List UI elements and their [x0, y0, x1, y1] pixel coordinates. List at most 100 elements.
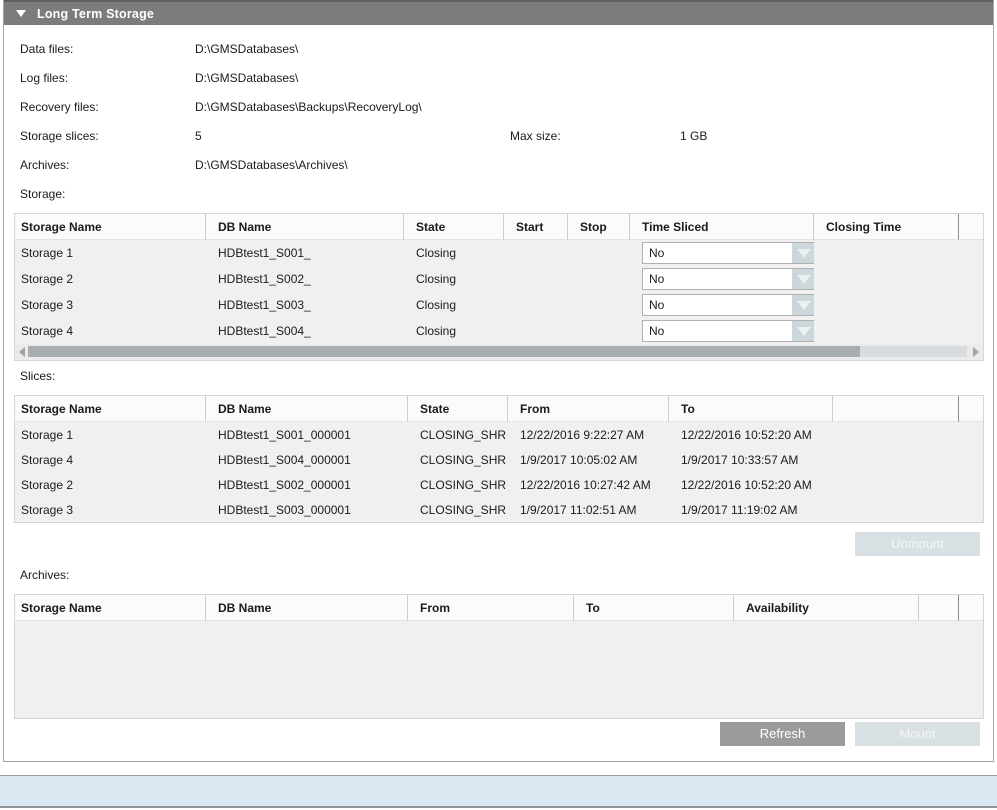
column-header-state[interactable]: State — [404, 214, 504, 240]
column-header-storage-name[interactable]: Storage Name — [15, 595, 206, 621]
scroll-right-icon[interactable] — [973, 347, 979, 357]
column-header-start[interactable]: Start — [504, 214, 568, 240]
column-header-stop[interactable]: Stop — [568, 214, 630, 240]
storage-row[interactable]: Storage 2 HDBtest1_S002_ Closing No — [15, 266, 983, 292]
bottom-status-strip — [0, 775, 997, 808]
column-header-db-name[interactable]: DB Name — [206, 214, 404, 240]
slices-section-label: Slices: — [20, 369, 55, 383]
archives-header-row: Storage Name DB Name From To Availabilit… — [15, 595, 983, 621]
cell-storage-name: Storage 1 — [15, 240, 206, 266]
cell-to: 12/22/2016 10:52:20 AM — [669, 422, 833, 447]
storage-row[interactable]: Storage 1 HDBtest1_S001_ Closing No — [15, 240, 983, 266]
max-size-label: Max size: — [510, 129, 680, 143]
recovery-files-label: Recovery files: — [20, 100, 195, 114]
panel-title: Long Term Storage — [37, 7, 154, 21]
column-header-to[interactable]: To — [574, 595, 734, 621]
cell-time-sliced: No — [630, 292, 814, 318]
column-header-filler — [833, 396, 959, 422]
data-files-row: Data files: D:\GMSDatabases\ — [20, 34, 980, 63]
page-root: Long Term Storage Data files: D:\GMSData… — [0, 0, 997, 810]
cell-to: 12/22/2016 10:52:20 AM — [669, 472, 833, 497]
horizontal-scrollbar[interactable] — [15, 344, 983, 360]
time-sliced-dropdown[interactable]: No — [642, 242, 814, 264]
dropdown-arrow-button[interactable] — [792, 243, 814, 263]
column-header-time-sliced[interactable]: Time Sliced — [630, 214, 814, 240]
cell-start — [504, 240, 568, 266]
unmount-button[interactable]: Unmount — [855, 532, 980, 556]
scroll-left-icon[interactable] — [19, 347, 25, 357]
data-files-label: Data files: — [20, 42, 195, 56]
cell-to: 1/9/2017 11:19:02 AM — [669, 497, 833, 522]
cell-db-name: HDBtest1_S002_000001 — [206, 472, 408, 497]
column-header-storage-name[interactable]: Storage Name — [15, 396, 206, 422]
time-sliced-dropdown[interactable]: No — [642, 320, 814, 342]
column-header-storage-name[interactable]: Storage Name — [15, 214, 206, 240]
storage-header-row: Storage Name DB Name State Start Stop Ti… — [15, 214, 983, 240]
cell-state: CLOSING_SHR — [408, 472, 508, 497]
cell-db-name: HDBtest1_S001_ — [206, 240, 404, 266]
cell-storage-name: Storage 4 — [15, 447, 206, 472]
dropdown-value: No — [643, 243, 792, 263]
storage-settings-form: Data files: D:\GMSDatabases\ Log files: … — [20, 34, 980, 179]
scrollbar-track[interactable] — [860, 346, 967, 357]
slices-header-row: Storage Name DB Name State From To — [15, 396, 983, 422]
cell-storage-name: Storage 3 — [15, 497, 206, 522]
slice-row[interactable]: Storage 3 HDBtest1_S003_000001 CLOSING_S… — [15, 497, 983, 522]
recovery-files-row: Recovery files: D:\GMSDatabases\Backups\… — [20, 92, 980, 121]
slices-table: Storage Name DB Name State From To Stora… — [14, 395, 984, 523]
cell-start — [504, 266, 568, 292]
cell-time-sliced: No — [630, 266, 814, 292]
slice-row[interactable]: Storage 4 HDBtest1_S004_000001 CLOSING_S… — [15, 447, 983, 472]
chevron-down-icon — [797, 327, 811, 336]
time-sliced-dropdown[interactable]: No — [642, 294, 814, 316]
cell-state: CLOSING_SHR — [408, 422, 508, 447]
cell-closing-time — [814, 292, 959, 318]
cell-state: Closing — [404, 292, 504, 318]
dropdown-arrow-button[interactable] — [792, 321, 814, 341]
storage-row[interactable]: Storage 4 HDBtest1_S004_ Closing No — [15, 318, 983, 344]
column-header-to[interactable]: To — [669, 396, 833, 422]
chevron-down-icon — [797, 249, 811, 258]
data-files-value: D:\GMSDatabases\ — [195, 42, 298, 56]
column-header-db-name[interactable]: DB Name — [206, 595, 408, 621]
column-header-from[interactable]: From — [408, 595, 574, 621]
cell-state: Closing — [404, 240, 504, 266]
storage-slices-value: 5 — [195, 129, 510, 143]
refresh-button[interactable]: Refresh — [720, 722, 845, 746]
cell-from: 12/22/2016 9:22:27 AM — [508, 422, 669, 447]
slice-row[interactable]: Storage 2 HDBtest1_S002_000001 CLOSING_S… — [15, 472, 983, 497]
column-header-closing-time[interactable]: Closing Time — [814, 214, 959, 240]
cell-from: 12/22/2016 10:27:42 AM — [508, 472, 669, 497]
log-files-row: Log files: D:\GMSDatabases\ — [20, 63, 980, 92]
storage-row[interactable]: Storage 3 HDBtest1_S003_ Closing No — [15, 292, 983, 318]
archives-table: Storage Name DB Name From To Availabilit… — [14, 594, 984, 719]
cell-state: CLOSING_SHR — [408, 447, 508, 472]
cell-closing-time — [814, 266, 959, 292]
cell-start — [504, 318, 568, 344]
cell-time-sliced: No — [630, 240, 814, 266]
collapse-expander-icon[interactable] — [16, 10, 26, 17]
cell-state: Closing — [404, 318, 504, 344]
slice-row[interactable]: Storage 1 HDBtest1_S001_000001 CLOSING_S… — [15, 422, 983, 447]
archives-path-label: Archives: — [20, 158, 195, 172]
archives-empty-body — [15, 621, 983, 718]
storage-slices-label: Storage slices: — [20, 129, 195, 143]
panel-header[interactable]: Long Term Storage — [4, 0, 993, 25]
dropdown-arrow-button[interactable] — [792, 269, 814, 289]
log-files-value: D:\GMSDatabases\ — [195, 71, 298, 85]
column-header-availability[interactable]: Availability — [734, 595, 919, 621]
dropdown-value: No — [643, 321, 792, 341]
chevron-down-icon — [797, 275, 811, 284]
column-header-from[interactable]: From — [508, 396, 669, 422]
cell-state: Closing — [404, 266, 504, 292]
cell-time-sliced: No — [630, 318, 814, 344]
dropdown-arrow-button[interactable] — [792, 295, 814, 315]
time-sliced-dropdown[interactable]: No — [642, 268, 814, 290]
column-header-state[interactable]: State — [408, 396, 508, 422]
column-header-db-name[interactable]: DB Name — [206, 396, 408, 422]
dropdown-value: No — [643, 269, 792, 289]
mount-button[interactable]: Mount — [855, 722, 980, 746]
archives-path-row: Archives: D:\GMSDatabases\Archives\ — [20, 150, 980, 179]
cell-closing-time — [814, 240, 959, 266]
scrollbar-thumb[interactable] — [28, 346, 860, 357]
